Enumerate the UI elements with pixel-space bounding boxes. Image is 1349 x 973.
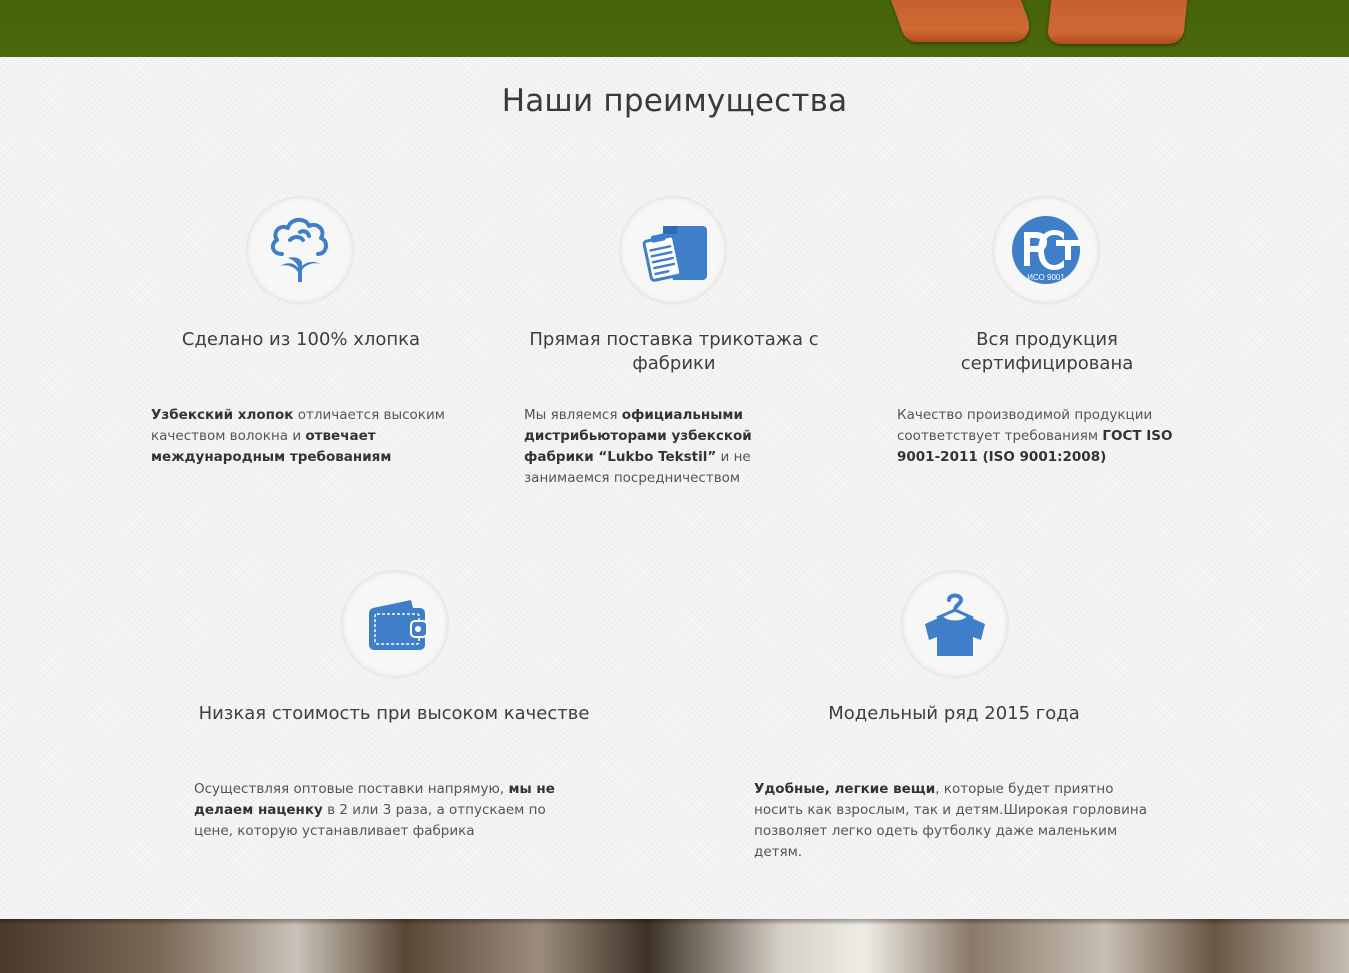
feature-description: Осуществляя оптовые поставки напрямую, м… [194, 779, 579, 842]
pct-certificate-icon: ИСО 9001 [1012, 216, 1080, 284]
feature-icon-circle [621, 198, 725, 302]
feature-title: Прямая поставка трикотажа с фабрики [529, 329, 819, 374]
top-banner-image [0, 0, 1349, 57]
feature-icon-circle [903, 572, 1007, 676]
bottom-banner-image [0, 919, 1349, 973]
feature-description: Узбекский хлопок отличается высоким каче… [151, 405, 451, 468]
desc-text: Осуществляя оптовые поставки напрямую, [194, 781, 509, 797]
feature-description: Удобные, легкие вещи, которые будет прия… [754, 779, 1154, 863]
banner-shirt-left [883, 0, 1037, 42]
feature-title: Вся продукция сертифицирована [960, 329, 1134, 374]
section-title: Наши преимущества [501, 83, 848, 119]
desc-bold: Узбекский хлопок [151, 407, 294, 423]
feature-icon-circle [343, 572, 447, 676]
feature-description: Мы являемся официальными дистрибьюторами… [524, 405, 824, 489]
feature-title: Сделано из 100% хлопка [181, 329, 421, 350]
banner-shirt-right [1046, 0, 1190, 44]
banner-shade [0, 919, 1349, 925]
desc-bold: Удобные, легкие вещи [754, 781, 936, 797]
page: Наши преимущества Сделано из 100% хлопка… [0, 0, 1349, 973]
wallet-icon [369, 600, 428, 650]
feature-title: Низкая стоимость при высоком качестве [198, 703, 590, 724]
feature-title: Модельный ряд 2015 года [828, 703, 1080, 724]
feature-icon-circle: ИСО 9001 [994, 198, 1098, 302]
feature-icon-circle [248, 198, 352, 302]
tshirt-hanger-icon [925, 593, 985, 656]
desc-text: Мы являемся [524, 407, 622, 423]
box-clipboard-icon [642, 226, 707, 282]
certificate-label: ИСО 9001 [1027, 273, 1065, 282]
cotton-icon [270, 217, 328, 282]
feature-description: Качество производимой продукции соответс… [897, 405, 1202, 468]
